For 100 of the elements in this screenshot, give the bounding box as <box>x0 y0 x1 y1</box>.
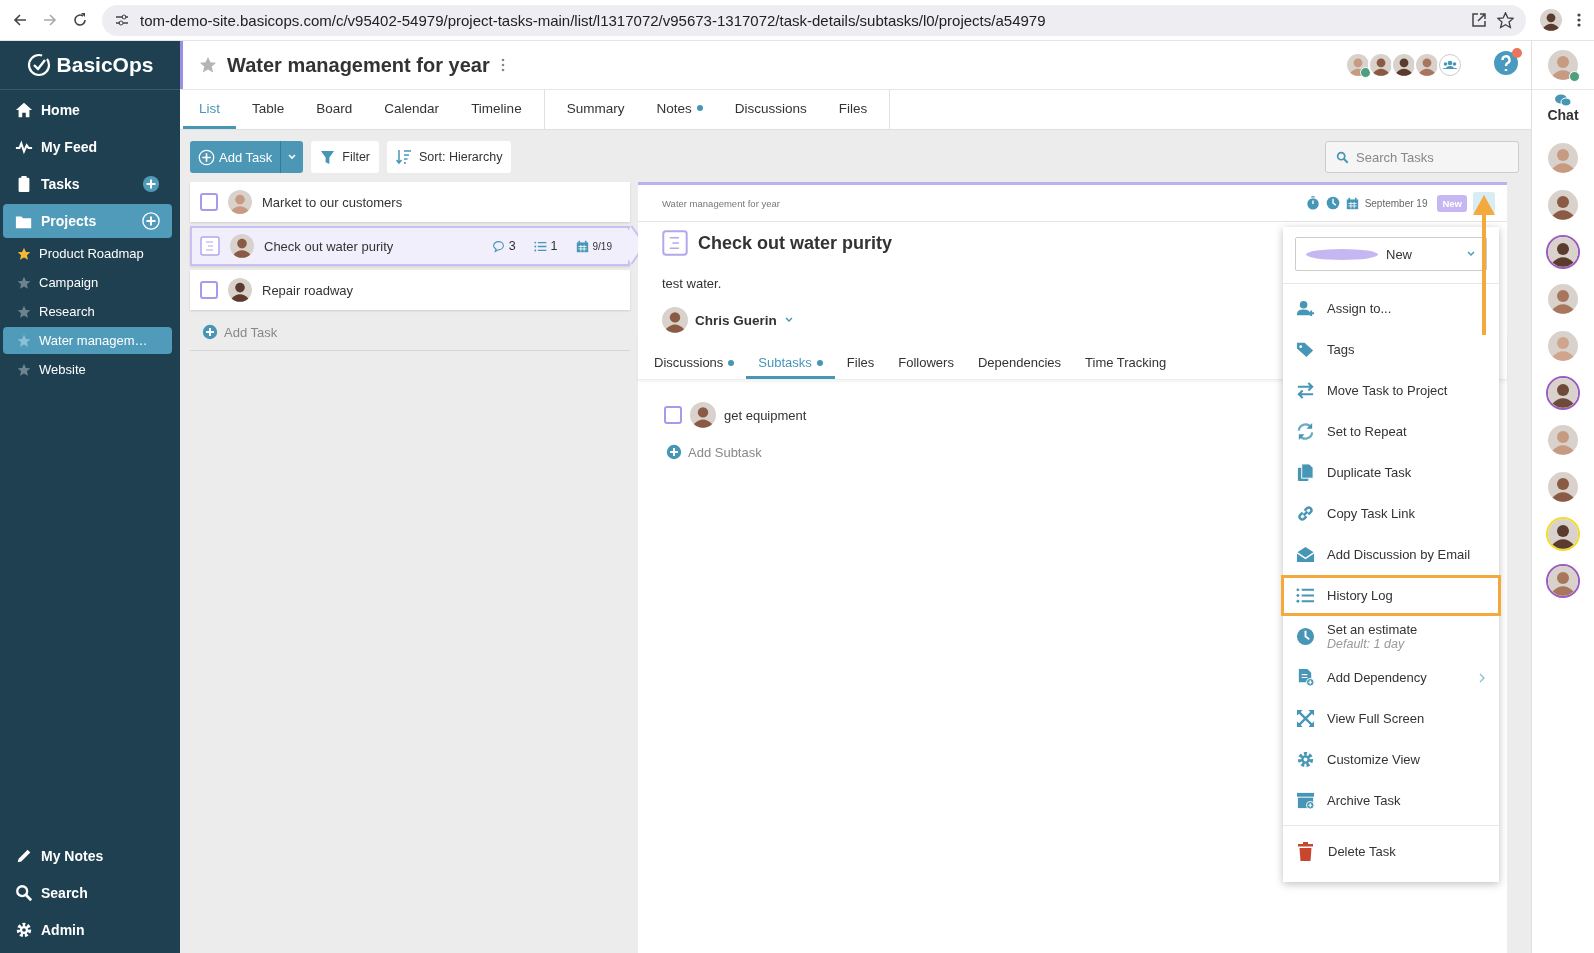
star-icon[interactable] <box>17 304 31 319</box>
menu-item-label: Archive Task <box>1327 793 1402 808</box>
detail-tab[interactable]: Dependencies <box>965 355 1074 379</box>
calendar-icon[interactable] <box>1345 196 1359 210</box>
open-external-icon[interactable] <box>1471 12 1487 28</box>
checkbox[interactable] <box>200 281 218 299</box>
sidebar-item[interactable]: My Notes <box>3 839 172 873</box>
task-title: Check out water purity <box>264 238 395 254</box>
avatar <box>230 234 254 258</box>
menu-item[interactable]: Archive Task <box>1281 780 1501 821</box>
menu-item[interactable]: Assign to... <box>1281 288 1501 329</box>
menu-item[interactable]: Set an estimate Default: 1 day <box>1281 616 1501 657</box>
avatar <box>1393 54 1415 76</box>
view-tab[interactable]: Calendar <box>368 90 456 129</box>
sidebar-item[interactable]: Tasks <box>3 167 172 201</box>
menu-item[interactable]: Duplicate Task <box>1281 452 1501 493</box>
project-item[interactable]: Website <box>3 356 172 383</box>
back-icon[interactable] <box>12 12 28 28</box>
view-tab[interactable]: Board <box>300 90 369 129</box>
pulse-icon <box>15 138 33 156</box>
project-item[interactable]: Research <box>3 298 172 325</box>
forward-icon[interactable] <box>42 12 58 28</box>
project-item[interactable]: Campaign <box>3 269 172 296</box>
due-date: 9/19 <box>592 240 612 252</box>
menu-item[interactable]: View Full Screen <box>1281 698 1501 739</box>
avatar <box>1548 284 1578 314</box>
app-logo: BasicOps <box>56 53 154 77</box>
page-tab[interactable]: Discussions <box>718 90 823 129</box>
detail-tab[interactable]: Files <box>834 355 887 379</box>
clock-icon[interactable] <box>1325 196 1340 210</box>
menu-item[interactable]: Tags <box>1281 329 1501 370</box>
reload-icon[interactable] <box>72 12 88 28</box>
checkbox[interactable] <box>200 193 218 211</box>
task-title: Repair roadway <box>262 282 355 298</box>
envelope-icon <box>1296 545 1315 564</box>
star-icon[interactable] <box>17 362 31 377</box>
site-settings-icon[interactable] <box>114 12 130 28</box>
breadcrumb[interactable]: Water management for year <box>662 197 1300 209</box>
chat-contact[interactable] <box>1546 235 1580 269</box>
help-icon[interactable] <box>1493 50 1519 76</box>
sort-button[interactable]: Sort: Hierarchy <box>387 141 512 173</box>
star-icon[interactable] <box>199 56 217 74</box>
page-tab[interactable]: Summary <box>550 90 641 129</box>
sidebar-item[interactable]: Search <box>3 876 172 910</box>
chat-bubbles-icon <box>1555 94 1571 107</box>
task-row[interactable]: Repair roadway <box>190 270 630 310</box>
avatar <box>662 307 688 333</box>
checkbox[interactable] <box>664 406 682 424</box>
avatar <box>1548 378 1578 408</box>
detail-tab[interactable]: Followers <box>886 355 966 379</box>
menu-item-label: Add Discussion by Email <box>1327 547 1472 562</box>
document-plus-icon <box>1296 668 1315 687</box>
star-icon[interactable] <box>17 333 31 348</box>
page-tab[interactable]: Files <box>822 90 884 129</box>
menu-item[interactable]: Customize View <box>1281 739 1501 780</box>
swap-arrows-icon <box>1296 381 1315 400</box>
menu-item-label: Add Dependency <box>1327 670 1428 685</box>
star-icon[interactable] <box>17 275 31 290</box>
menu-item[interactable]: Copy Task Link <box>1281 493 1501 534</box>
subtask-title: get equipment <box>724 407 807 423</box>
link-icon <box>1296 504 1315 523</box>
view-tab[interactable]: Timeline <box>455 90 538 129</box>
task-row[interactable]: Market to our customers <box>190 182 630 222</box>
assignee-name[interactable]: Chris Guerin <box>695 312 777 328</box>
sidebar-item[interactable]: Home <box>3 93 172 127</box>
add-icon <box>198 148 215 166</box>
view-tab[interactable]: Table <box>236 90 301 129</box>
chat-contact[interactable] <box>1546 470 1580 504</box>
comment-count: 3 <box>508 239 516 253</box>
delete-task-item[interactable]: Delete Task <box>1283 826 1499 876</box>
detail-tab[interactable]: Discussions <box>642 355 747 379</box>
sidebar-item[interactable]: Admin <box>3 913 172 947</box>
add-subtask-link[interactable]: Add Subtask <box>666 444 762 460</box>
more-icon[interactable] <box>1576 12 1582 28</box>
sidebar-item[interactable]: My Feed <box>3 130 172 164</box>
star-outline-icon[interactable] <box>1497 11 1514 29</box>
menu-item-label: Customize View <box>1327 752 1421 767</box>
detail-tab[interactable]: Subtasks <box>746 355 835 379</box>
address-bar[interactable]: tom-demo-site.basicops.com/c/v95402-54979/project-tasks-main/list/l1317072/v95673-1317072/task-details/subtasks/l0/projects/a54979 <box>102 4 1526 36</box>
team-icon[interactable] <box>1439 54 1461 76</box>
subtask-count: 1 <box>550 239 558 253</box>
menu-item[interactable]: Set to Repeat <box>1281 411 1501 452</box>
menu-item[interactable]: History Log <box>1281 575 1501 616</box>
chat-button[interactable]: Chat <box>1532 89 1594 128</box>
stopwatch-icon[interactable] <box>1305 196 1320 210</box>
menu-item[interactable]: Move Task to Project <box>1281 370 1501 411</box>
add-icon[interactable] <box>142 175 160 193</box>
page-tab[interactable]: Notes <box>640 90 719 129</box>
project-item[interactable]: Product Roadmap <box>3 240 172 267</box>
menu-item[interactable]: Add Discussion by Email <box>1281 534 1501 575</box>
detail-tab[interactable]: Time Tracking <box>1073 355 1179 379</box>
chat-contact[interactable] <box>1546 376 1580 410</box>
chat-contact[interactable] <box>1546 188 1580 222</box>
star-icon[interactable] <box>17 246 31 261</box>
chat-contact[interactable] <box>1546 564 1580 598</box>
due-date[interactable]: September 19 <box>1364 197 1428 209</box>
filter-button[interactable]: Filter <box>311 141 380 173</box>
status-dropdown[interactable]: New <box>1295 237 1487 271</box>
status-badge: New <box>1437 194 1467 212</box>
menu-item[interactable]: Add Dependency <box>1281 657 1501 698</box>
